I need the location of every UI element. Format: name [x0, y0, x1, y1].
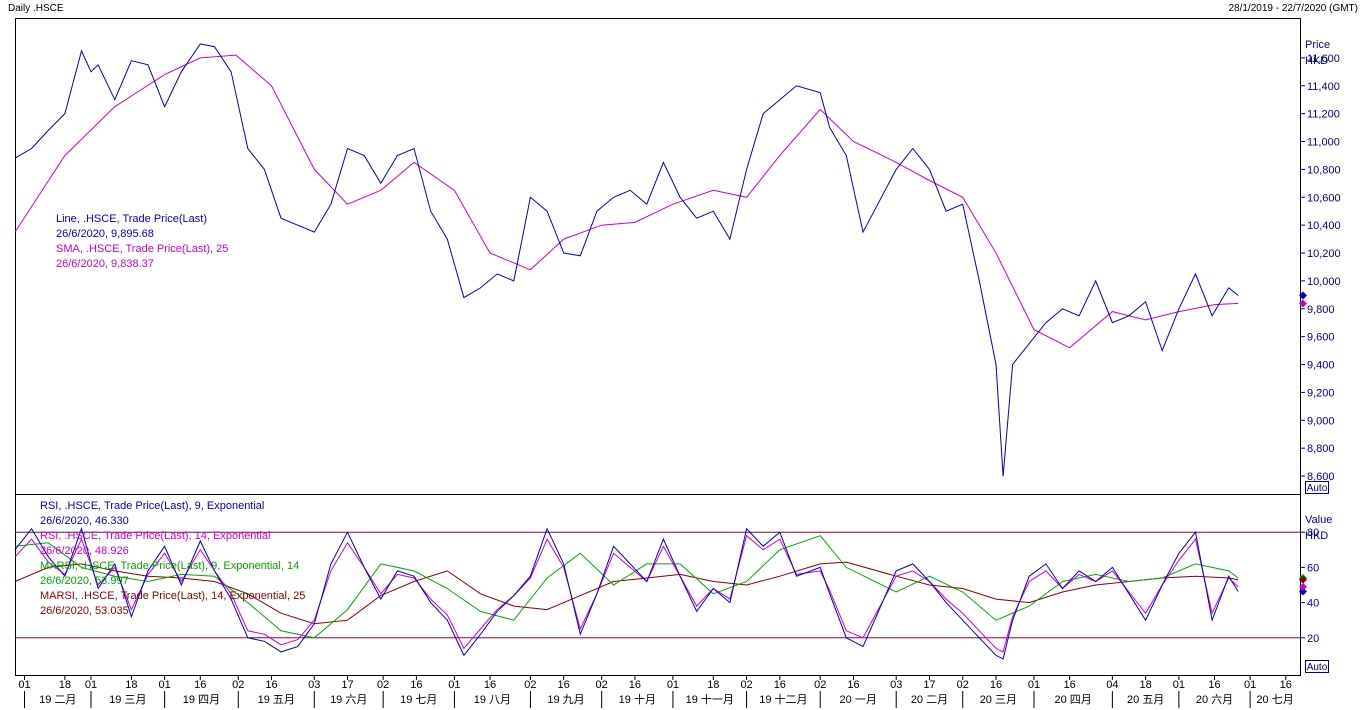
x-tick-label: 02	[740, 679, 752, 691]
x-tick-label: 03	[890, 679, 902, 691]
sma-last-marker	[1299, 299, 1307, 308]
x-tick-label: 02	[524, 679, 536, 691]
x-tick-label: 01	[1244, 679, 1256, 691]
month-label: 19 五月	[258, 694, 295, 706]
price-ytick-label: 10,800	[1307, 164, 1341, 176]
x-tick-label: 02	[814, 679, 826, 691]
rsi-ytick-label: 60	[1307, 562, 1319, 574]
price-ytick-label: 10,600	[1307, 192, 1341, 204]
price-ytick-label: 11,000	[1307, 137, 1340, 149]
x-tick-label: 18	[59, 679, 71, 691]
month-label: 20 一月	[840, 694, 877, 706]
month-label: 19 十月	[619, 692, 656, 706]
x-tick-label: 18	[1139, 679, 1151, 691]
x-tick-label: 01	[1173, 679, 1185, 691]
month-label: 20 四月	[1055, 694, 1092, 706]
price-ytick-label: 11,400	[1307, 81, 1340, 93]
month-label: 19 十二月	[759, 692, 807, 706]
legend-rsi14-value: 26/6/2020, 48.926	[40, 545, 129, 557]
rsi-ytick-label: 40	[1307, 598, 1319, 610]
x-tick-label: 01	[159, 679, 171, 691]
x-tick-label: 16	[629, 679, 641, 691]
price-ytick-label: 10,000	[1307, 276, 1341, 288]
price-ytick-label: 8,600	[1307, 471, 1335, 483]
price-ytick-label: 10,200	[1307, 248, 1341, 260]
price-ytick-label: 9,000	[1307, 415, 1335, 427]
month-label: 19 九月	[547, 693, 584, 706]
legend-rsi9-name: RSI, .HSCE, Trade Price(Last), 9, Expone…	[40, 500, 265, 512]
month-label: 19 六月	[330, 693, 367, 706]
price-ytick-label: 9,200	[1307, 387, 1335, 399]
month-label: 19 八月	[474, 694, 511, 706]
month-label: 20 二月	[911, 694, 948, 706]
rsi-legend: RSI, .HSCE, Trade Price(Last), 9, Expone…	[40, 499, 305, 619]
x-tick-label: 01	[85, 679, 97, 691]
legend-sma-name: SMA, .HSCE, Trade Price(Last), 25	[56, 243, 229, 255]
month-label: 19 二月	[39, 694, 76, 706]
x-tick-label: 16	[1280, 679, 1292, 691]
month-label: 19 四月	[183, 694, 220, 706]
x-tick-label: 02	[596, 679, 608, 691]
x-tick-label: 03	[308, 679, 320, 691]
month-label: 20 三月	[980, 694, 1017, 706]
x-tick-label: 16	[847, 679, 859, 691]
legend-rsi9-value: 26/6/2020, 46.330	[40, 515, 129, 527]
month-label: 19 七月	[400, 693, 437, 706]
rsi-last-marker	[1299, 582, 1307, 591]
x-tick-label: 16	[194, 679, 206, 691]
x-tick-label: 18	[707, 679, 719, 691]
legend-line-value: 26/6/2020, 9,895.68	[56, 228, 154, 240]
x-tick-label: 01	[667, 679, 679, 691]
month-label: 20 五月	[1127, 694, 1164, 706]
x-tick-label: 01	[18, 679, 30, 691]
x-tick-label: 16	[774, 679, 786, 691]
price-ytick-label: 9,600	[1307, 332, 1335, 344]
price-ytick-label: 9,800	[1307, 304, 1335, 316]
legend-marsi14-value: 26/6/2020, 53.035	[40, 605, 129, 617]
x-tick-label: 17	[923, 679, 935, 691]
x-tick-label: 16	[265, 679, 277, 691]
x-tick-label: 16	[1208, 679, 1220, 691]
price-legend: Line, .HSCE, Trade Price(Last) 26/6/2020…	[56, 212, 228, 272]
month-label: 19 十一月	[686, 692, 734, 706]
month-label: 20 七月	[1256, 693, 1293, 706]
x-tick-label: 02	[232, 679, 244, 691]
legend-line-name: Line, .HSCE, Trade Price(Last)	[56, 213, 208, 225]
x-tick-label: 02	[377, 679, 389, 691]
legend-marsi14-name: MARSI, .HSCE, Trade Price(Last), 14, Exp…	[40, 590, 306, 602]
legend-marsi9-name: MARSI, .HSCE, Trade Price(Last), 9, Expo…	[40, 560, 300, 572]
legend-sma-value: 26/6/2020, 9,838.37	[56, 258, 154, 270]
x-tick-label: 01	[448, 679, 460, 691]
price-last-marker	[1299, 291, 1307, 300]
x-tick-label: 16	[990, 679, 1002, 691]
x-tick-label: 16	[558, 679, 570, 691]
x-tick-label: 04	[1106, 679, 1118, 691]
month-label: 19 三月	[109, 694, 146, 706]
rsi-ytick-label: 20	[1307, 633, 1319, 645]
sma-series-line	[14, 54, 1239, 349]
x-tick-label: 18	[125, 679, 137, 691]
price-ytick-label: 8,800	[1307, 443, 1335, 455]
x-tick-label: 01	[1028, 679, 1040, 691]
x-tick-label: 17	[341, 679, 353, 691]
price-ytick-label: 11,600	[1307, 53, 1340, 65]
x-tick-label: 16	[484, 679, 496, 691]
price-ytick-label: 11,200	[1307, 109, 1340, 121]
rsi-ytick-label: 80	[1307, 527, 1319, 539]
x-tick-label: 02	[957, 679, 969, 691]
x-tick-label: 16	[1063, 679, 1075, 691]
legend-marsi9-value: 26/6/2020, 53.997	[40, 575, 129, 587]
month-label: 20 六月	[1196, 693, 1233, 706]
x-tick-label: 16	[410, 679, 422, 691]
legend-rsi14-name: RSI, .HSCE, Trade Price(Last), 14, Expon…	[40, 530, 271, 542]
price-ytick-label: 9,400	[1307, 360, 1335, 372]
price-ytick-label: 10,400	[1307, 220, 1341, 232]
